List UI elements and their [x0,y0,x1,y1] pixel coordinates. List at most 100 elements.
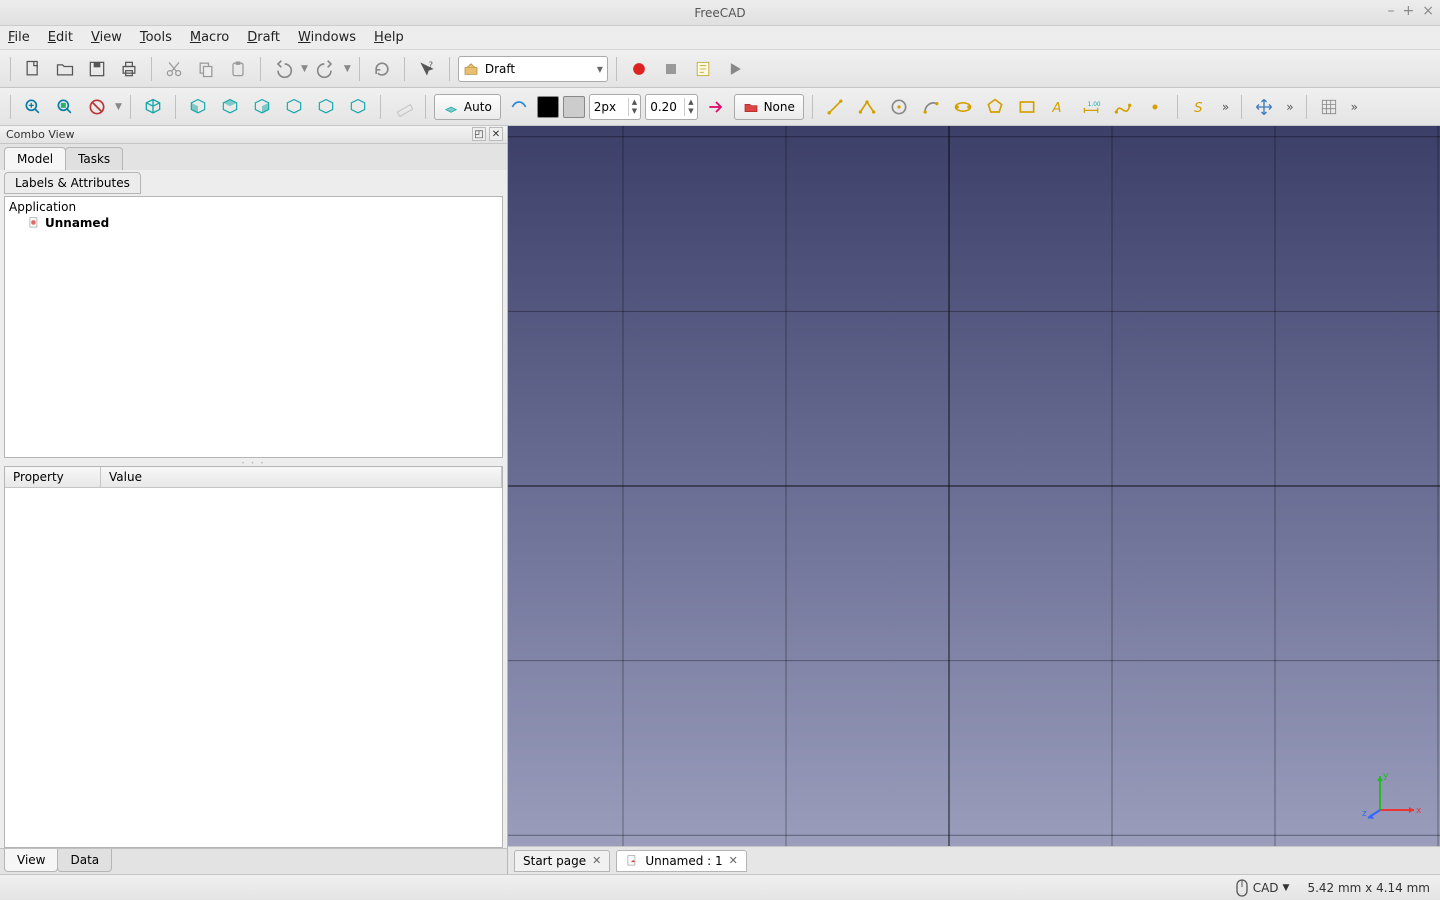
tab-model[interactable]: Model [4,147,66,170]
macros-dialog-button[interactable] [689,55,717,83]
viewport-tab-start[interactable]: Start page ✕ [514,850,610,872]
tab-view[interactable]: View [4,849,58,872]
redo-dropdown-arrow[interactable]: ▼ [344,64,351,74]
construction-mode-button[interactable] [505,93,533,121]
spin-down-icon[interactable]: ▼ [629,107,640,116]
font-size-input[interactable] [646,96,684,118]
measure-button[interactable] [389,93,417,121]
undo-dropdown-arrow[interactable]: ▼ [301,64,308,74]
spin-up-icon[interactable]: ▲ [685,98,696,107]
close-icon[interactable]: ✕ [729,854,738,867]
draft-text-button[interactable]: A [1045,93,1073,121]
view-right-button[interactable] [248,93,276,121]
redo-button[interactable] [312,55,340,83]
tab-data[interactable]: Data [57,849,112,872]
apply-style-button[interactable] [702,93,730,121]
draft-arc-button[interactable] [917,93,945,121]
cut-button[interactable] [160,55,188,83]
view-isometric-button[interactable] [139,93,167,121]
panel-float-button[interactable]: ◰ [472,127,486,141]
menu-macro[interactable]: Macro [190,30,229,45]
font-size-spinner[interactable]: ▲▼ [645,94,697,120]
value-column-header[interactable]: Value [101,467,502,487]
view-bottom-button[interactable] [312,93,340,121]
save-document-button[interactable] [83,55,111,83]
menu-file[interactable]: File [8,30,30,45]
working-plane-button[interactable]: Auto [434,94,501,120]
line-width-spinner[interactable]: ▲▼ [589,94,641,120]
menu-tools[interactable]: Tools [140,30,172,45]
workbench-selector[interactable]: Draft ▾ [458,56,608,82]
fit-selection-button[interactable] [51,93,79,121]
menu-edit[interactable]: Edit [48,30,73,45]
draft-dimension-button[interactable]: 1.00 [1077,93,1105,121]
close-icon[interactable]: ✕ [592,854,601,867]
viewport-tab-document[interactable]: Unnamed : 1 ✕ [616,850,747,872]
refresh-button[interactable] [368,55,396,83]
menu-help[interactable]: Help [374,30,404,45]
3d-viewport[interactable]: x y z [508,126,1440,846]
macro-execute-button[interactable] [721,55,749,83]
status-bar: CAD ▼ 5.42 mm x 4.14 mm [0,874,1440,900]
viewport-tabs: Start page ✕ Unnamed : 1 ✕ [508,846,1440,874]
window-close-button[interactable]: × [1422,4,1434,18]
window-minimize-button[interactable]: – [1388,4,1395,18]
main-area: Combo View ◰ ✕ Model Tasks Labels & Attr… [0,126,1440,874]
workbench-selector-label: Draft [485,62,515,76]
draft-bspline-button[interactable] [1109,93,1137,121]
macro-record-button[interactable] [625,55,653,83]
tab-tasks[interactable]: Tasks [65,147,123,170]
undo-button[interactable] [269,55,297,83]
snap-tools-overflow[interactable]: » [1347,100,1362,114]
open-document-button[interactable] [51,55,79,83]
autogroup-label: None [764,100,795,114]
draft-line-button[interactable] [821,93,849,121]
draft-point-button[interactable] [1141,93,1169,121]
tree-root-application[interactable]: Application [9,199,498,215]
draft-tools-overflow[interactable]: » [1218,100,1233,114]
line-color-swatch[interactable] [537,96,559,118]
spin-up-icon[interactable]: ▲ [629,98,640,107]
draw-style-button[interactable] [83,93,111,121]
draft-polygon-button[interactable] [981,93,1009,121]
toggle-grid-button[interactable] [1315,93,1343,121]
draft-rectangle-button[interactable] [1013,93,1041,121]
paste-button[interactable] [224,55,252,83]
draft-circle-button[interactable] [885,93,913,121]
window-maximize-button[interactable]: + [1403,4,1415,18]
toolbar-view-draft: ▼ Auto ▲▼ ▲▼ None A 1.00 S » » [0,88,1440,126]
labels-attributes-tab[interactable]: Labels & Attributes [4,172,141,194]
modify-tools-overflow[interactable]: » [1282,100,1297,114]
menu-draft[interactable]: Draft [247,30,280,45]
draft-wire-button[interactable] [853,93,881,121]
print-button[interactable] [115,55,143,83]
draw-style-dropdown-arrow[interactable]: ▼ [115,102,122,112]
menu-view[interactable]: View [91,30,122,45]
face-color-swatch[interactable] [563,96,585,118]
whatsthis-button[interactable]: ? [413,55,441,83]
property-column-header[interactable]: Property [5,467,101,487]
view-top-button[interactable] [216,93,244,121]
view-front-button[interactable] [184,93,212,121]
new-document-button[interactable] [19,55,47,83]
copy-button[interactable] [192,55,220,83]
viewport-tab-document-label: Unnamed : 1 [645,854,722,868]
draft-move-button[interactable] [1250,93,1278,121]
navigation-style-selector[interactable]: CAD ▼ [1235,879,1290,897]
menu-windows[interactable]: Windows [298,30,356,45]
draft-ellipse-button[interactable] [949,93,977,121]
tree-view[interactable]: Application Unnamed [4,196,503,458]
line-width-input[interactable] [590,96,628,118]
fit-all-button[interactable] [19,93,47,121]
tree-document-item[interactable]: Unnamed [9,215,498,231]
window-title: FreeCAD [694,6,745,20]
axis-indicator: x y z [1362,768,1422,828]
view-rear-button[interactable] [280,93,308,121]
svg-text:?: ? [429,59,433,69]
spin-down-icon[interactable]: ▼ [685,107,696,116]
autogroup-button[interactable]: None [734,94,804,120]
macro-stop-button[interactable] [657,55,685,83]
view-left-button[interactable] [344,93,372,121]
draft-shapestring-button[interactable]: S [1186,93,1214,121]
panel-close-button[interactable]: ✕ [489,127,503,141]
